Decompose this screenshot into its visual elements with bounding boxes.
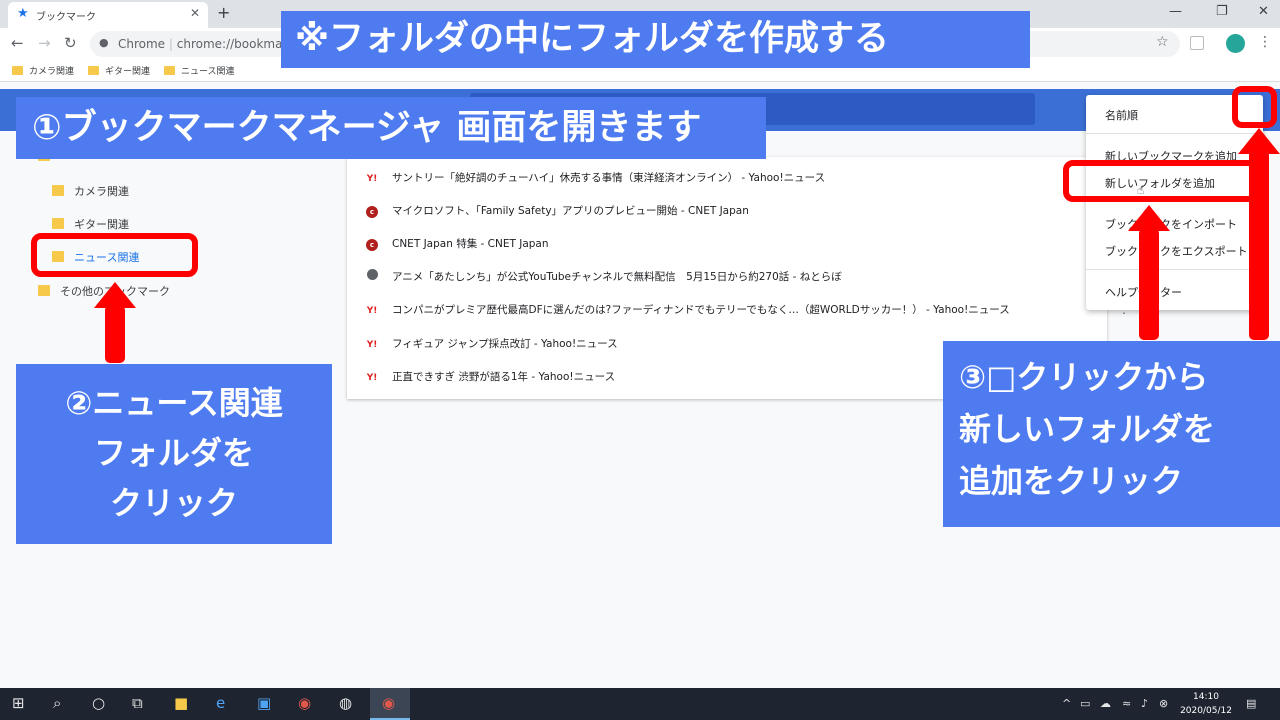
list-item[interactable]: Y! フィギュア ジャンプ採点改訂 - Yahoo!ニュース <box>365 336 618 351</box>
folder-icon <box>38 285 50 296</box>
avatar[interactable] <box>1226 34 1245 53</box>
cloud-icon[interactable]: ☁ <box>1100 697 1111 710</box>
organize-menu: 名前順 新しいブックマークを追加 新しいフォルダを追加 ブックマークをインポート… <box>1086 95 1263 310</box>
new-tab-button[interactable]: + <box>217 3 230 22</box>
mute-icon[interactable]: ⊗ <box>1159 697 1168 710</box>
forward-icon[interactable]: → <box>38 34 51 52</box>
task-view-icon[interactable]: ⧉ <box>132 694 143 712</box>
menu-divider <box>1086 269 1263 270</box>
folder-icon <box>52 218 64 229</box>
minimize-icon[interactable]: — <box>1169 4 1182 19</box>
folder-icon <box>164 66 175 75</box>
yahoo-icon: Y! <box>366 340 378 350</box>
notification-icon[interactable]: ▤ <box>1246 697 1256 710</box>
list-item[interactable]: c CNET Japan 特集 - CNET Japan <box>365 236 549 251</box>
highlight-menu-button <box>1232 86 1277 128</box>
sidebar-item-camera[interactable]: カメラ関連 <box>52 183 129 199</box>
folder-icon <box>12 66 23 75</box>
volume-icon[interactable]: ♪ <box>1141 697 1148 710</box>
overlay-title: ※フォルダの中にフォルダを作成する <box>281 11 1030 68</box>
arrow-shaft <box>1139 228 1159 340</box>
overlay-step-3: ③□クリックから 新しいフォルダを 追加をクリック <box>943 341 1280 527</box>
chrome-menu-icon[interactable]: ⋮ <box>1258 34 1272 50</box>
yahoo-icon: Y! <box>366 373 378 383</box>
bookmarks-bar-item[interactable]: ギター関連 <box>88 64 150 77</box>
extension-icon[interactable] <box>1190 36 1204 50</box>
list-item[interactable]: c マイクロソフト、「Family Safety」アプリのプレビュー開始 - CN… <box>365 203 749 218</box>
clock[interactable]: 14:10 2020/05/12 <box>1178 690 1234 718</box>
chrome-taskbar-icon[interactable]: ◉ <box>298 694 311 712</box>
search-icon[interactable]: ⌕ <box>53 694 61 712</box>
taskbar: ⊞ ⌕ ○ ⧉ ■ e ▣ ◉ ◍ ◉ ^ ▭ ☁ ≈ ♪ ⊗ 14:10 20… <box>0 688 1280 720</box>
tab-title: ブックマーク <box>36 12 96 23</box>
clock-time: 14:10 <box>1193 692 1219 702</box>
tab-bookmarks[interactable]: ★ ブックマーク ✕ <box>8 2 208 28</box>
window-close-icon[interactable]: ✕ <box>1258 4 1269 19</box>
sidebar-item-guitar[interactable]: ギター関連 <box>52 216 129 232</box>
edge-icon[interactable]: e <box>216 694 225 712</box>
menu-item-export[interactable]: ブックマークをエクスポート <box>1105 243 1248 259</box>
cnet-icon: c <box>366 239 378 251</box>
arrow-shaft <box>1249 150 1269 340</box>
folder-icon <box>88 66 99 75</box>
menu-divider <box>1086 133 1263 134</box>
windows-start-icon[interactable]: ⊞ <box>12 694 25 712</box>
menu-item-import[interactable]: ブックマークをインポート <box>1105 216 1237 232</box>
bookmarks-bar-item[interactable]: ニュース関連 <box>164 64 235 77</box>
highlight-add-folder <box>1063 160 1258 202</box>
list-item[interactable]: Y! サントリー「絶好調のチューハイ」休売する事情（東洋経済オンライン） - Ya… <box>365 170 825 185</box>
list-item[interactable]: Y! コンパニがプレミア歴代最高DFに選んだのは?ファーディナンドでもテリーでもな… <box>365 302 1010 317</box>
battery-icon: ▭ <box>1080 697 1091 710</box>
globe-icon <box>366 269 378 280</box>
folder-icon <box>52 185 64 196</box>
yahoo-icon: Y! <box>366 306 378 316</box>
cortana-icon[interactable]: ○ <box>92 694 105 712</box>
wifi-icon[interactable]: ≈ <box>1122 697 1131 710</box>
bookmarks-bar-item[interactable]: カメラ関連 <box>12 64 74 77</box>
omnibox-chip: Chrome <box>118 37 166 51</box>
maximize-icon[interactable]: ❐ <box>1216 4 1228 19</box>
chrome-icon: ● <box>99 36 109 49</box>
menu-item-sort[interactable]: 名前順 <box>1105 107 1138 123</box>
obs-icon[interactable]: ◍ <box>339 694 352 712</box>
overlay-step-1: ①ブックマークマネージャ 画面を開きます <box>16 97 766 159</box>
bookmark-star-icon[interactable]: ☆ <box>1156 34 1169 50</box>
list-item[interactable]: アニメ「あたしンち」が公式YouTubeチャンネルで無料配信 5月15日から約2… <box>365 269 842 284</box>
cnet-icon: c <box>366 206 378 218</box>
back-icon[interactable]: ← <box>11 34 24 52</box>
chevron-up-icon[interactable]: ^ <box>1062 697 1071 710</box>
chrome-active-icon[interactable]: ◉ <box>382 694 395 712</box>
arrow-shaft <box>105 305 125 363</box>
overlay-step-2: ②ニュース関連 フォルダを クリック <box>16 364 332 544</box>
star-icon: ★ <box>17 6 29 21</box>
app-icon[interactable]: ▣ <box>257 694 271 712</box>
file-explorer-icon[interactable]: ■ <box>174 694 188 712</box>
reload-icon[interactable]: ↻ <box>64 34 77 52</box>
yahoo-icon: Y! <box>366 174 378 184</box>
list-item[interactable]: Y! 正直できすぎ 渋野が語る1年 - Yahoo!ニュース <box>365 369 615 384</box>
close-icon[interactable]: ✕ <box>190 6 200 20</box>
clock-date: 2020/05/12 <box>1180 706 1232 716</box>
highlight-news-folder <box>31 233 198 277</box>
